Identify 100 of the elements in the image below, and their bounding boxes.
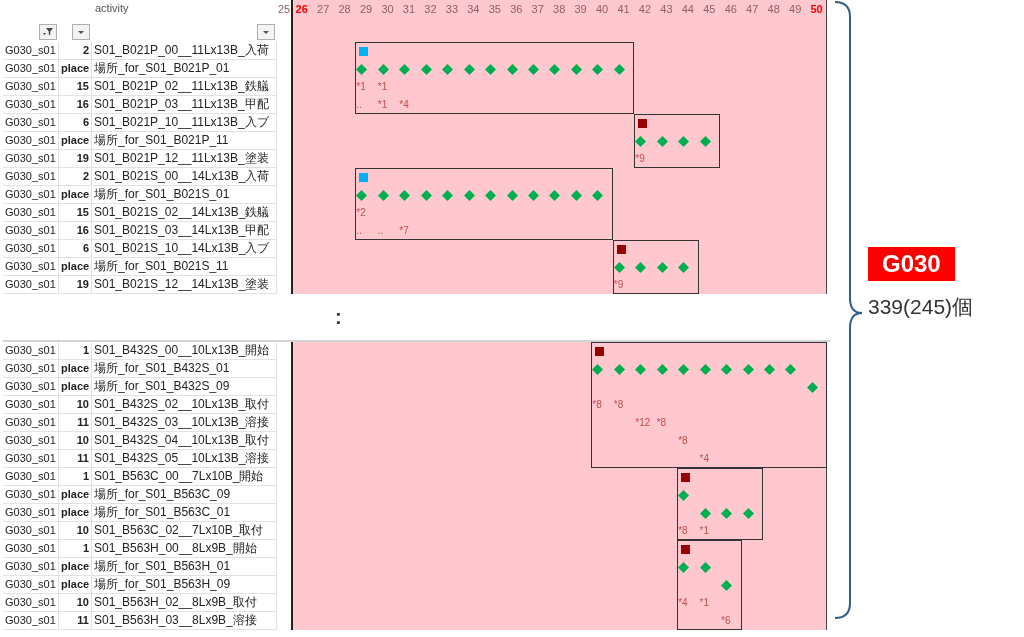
activity-cell: S01_B021S_10__14Lx13B_入ブ xyxy=(92,240,277,258)
diamond-icon xyxy=(656,363,668,375)
activity-cell: S01_B563H_03__8Lx9B_溶接 xyxy=(92,612,277,630)
diamond-icon xyxy=(570,189,582,201)
day-header: 31 xyxy=(401,2,417,15)
diamond-icon xyxy=(420,189,432,201)
diamond-icon xyxy=(549,63,561,75)
diamond-icon xyxy=(399,63,411,75)
activity-cell: 場所_for_S01_B563C_01 xyxy=(92,504,277,522)
day-header: 30 xyxy=(380,2,395,15)
step-number-cell: place xyxy=(59,576,92,594)
row-id-cell: G030_s01 xyxy=(3,594,59,612)
day-header: 28 xyxy=(337,2,352,15)
step-number-cell: 10 xyxy=(59,594,92,612)
row-id-cell: G030_s01 xyxy=(3,504,59,522)
row-id-cell: G030_s01 xyxy=(3,150,59,168)
diamond-icon xyxy=(742,507,754,519)
group-badge: G030 xyxy=(868,247,955,281)
diamond-icon xyxy=(463,189,475,201)
step-number-cell: 16 xyxy=(59,222,92,240)
diamond-icon xyxy=(635,261,647,273)
row-id-cell: G030_s01 xyxy=(3,42,59,60)
activity-cell: 場所_for_S01_B021S_11 xyxy=(92,258,277,276)
activity-cell: S01_B021P_03__11Lx13B_甲配 xyxy=(92,96,277,114)
note-text: .. xyxy=(356,225,362,237)
step-number-cell: place xyxy=(59,360,92,378)
step-number-cell: 16 xyxy=(59,96,92,114)
row-id-cell: G030_s01 xyxy=(3,450,59,468)
diamond-icon xyxy=(721,507,733,519)
row-id-cell: G030_s01 xyxy=(3,96,59,114)
step-number-cell: place xyxy=(59,558,92,576)
day-header: 41 xyxy=(616,2,631,15)
caret-icon xyxy=(262,29,270,35)
step-number-cell: place xyxy=(59,258,92,276)
row-id-cell: G030_s01 xyxy=(3,114,59,132)
diamond-icon xyxy=(592,63,604,75)
row-id-cell: G030_s01 xyxy=(3,486,59,504)
step-number-cell: place xyxy=(59,132,92,150)
day-header: 32 xyxy=(423,2,438,15)
row-id-cell: G030_s01 xyxy=(3,612,59,630)
activity-cell: S01_B021S_12__14Lx13B_塗装 xyxy=(92,276,277,294)
day-header: 26 xyxy=(294,2,309,15)
day-header: 25 xyxy=(277,2,291,15)
step-number-cell: place xyxy=(59,378,92,396)
day-header: 40 xyxy=(594,2,610,15)
day-header: 35 xyxy=(487,2,502,15)
diamond-icon xyxy=(592,189,604,201)
activity-cell: S01_B432S_05__10Lx13B_溶接 xyxy=(92,450,277,468)
caret-icon xyxy=(77,29,85,35)
step-number-cell: 6 xyxy=(59,114,92,132)
diamond-icon xyxy=(678,261,690,273)
activity-cell: 場所_for_S01_B021S_01 xyxy=(92,186,277,204)
diamond-icon xyxy=(442,63,454,75)
filter-button[interactable] xyxy=(39,24,57,40)
day-header: 27 xyxy=(316,2,331,15)
note-text: *7 xyxy=(399,225,409,237)
note-text: *2 xyxy=(356,207,366,219)
diamond-icon xyxy=(463,63,475,75)
row-id-cell: G030_s01 xyxy=(3,432,59,450)
activity-cell: 場所_for_S01_B021P_01 xyxy=(92,60,277,78)
note-text: .. xyxy=(377,225,384,237)
diamond-icon xyxy=(656,261,668,273)
activity-cell: S01_B021P_10__11Lx13B_入ブ xyxy=(92,114,277,132)
diamond-icon xyxy=(570,63,582,75)
note-text: *12 xyxy=(635,417,651,429)
activity-cell: S01_B021S_00__14Lx13B_入荷 xyxy=(92,168,277,186)
column-header: activity xyxy=(94,1,130,16)
day-header: 37 xyxy=(530,2,545,15)
note-text: *8 xyxy=(678,525,688,537)
row-id-cell: G030_s01 xyxy=(3,396,59,414)
note-text: *4 xyxy=(678,597,688,609)
diamond-icon xyxy=(721,363,733,375)
step-number-cell: 10 xyxy=(59,522,92,540)
diamond-icon xyxy=(549,189,561,201)
diamond-icon xyxy=(785,363,797,375)
day-header: 38 xyxy=(552,2,567,15)
diamond-icon xyxy=(613,261,625,273)
step-number-cell: 15 xyxy=(59,204,92,222)
step-number-cell: place xyxy=(59,504,92,522)
row-id-cell: G030_s01 xyxy=(3,132,59,150)
row-id-cell: G030_s01 xyxy=(3,204,59,222)
row-id-cell: G030_s01 xyxy=(3,60,59,78)
note-text: *8 xyxy=(656,417,667,429)
day-header: 33 xyxy=(444,2,459,15)
activity-cell: S01_B563C_00__7Lx10B_開始 xyxy=(92,468,277,486)
diamond-icon xyxy=(721,579,733,591)
row-id-cell: G030_s01 xyxy=(3,522,59,540)
row-id-cell: G030_s01 xyxy=(3,360,59,378)
diamond-icon xyxy=(635,363,647,375)
day-header: 46 xyxy=(723,2,738,15)
row-id-cell: G030_s01 xyxy=(3,414,59,432)
activity-cell: S01_B432S_00__10Lx13B_開始 xyxy=(92,342,277,360)
day-header: 39 xyxy=(573,2,588,15)
row-id-cell: G030_s01 xyxy=(3,240,59,258)
diamond-icon xyxy=(528,63,539,75)
diamond-icon xyxy=(742,363,754,375)
note-text: *1 xyxy=(699,525,710,537)
diamond-icon xyxy=(635,135,647,147)
diamond-icon xyxy=(399,189,411,201)
step-number-cell: 1 xyxy=(59,342,92,360)
